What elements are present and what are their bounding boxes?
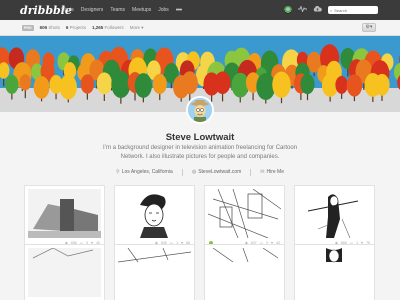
profile-bio: I’m a background designer in television … — [102, 145, 298, 160]
projects-count: 6 — [65, 25, 69, 30]
more-label: More — [129, 24, 140, 30]
shot-card[interactable] — [204, 244, 285, 300]
hire-me-button[interactable]: ✉ Hire Me — [260, 169, 284, 176]
upload-cloud-icon[interactable] — [313, 5, 322, 15]
nav-link-meetups[interactable]: Meetups — [132, 7, 151, 13]
shot-thumbnail[interactable] — [298, 248, 371, 297]
nav-more-button[interactable]: ••• — [176, 7, 182, 14]
top-nav: dribbble Shots Designers Teams Meetups J… — [0, 0, 400, 20]
tree — [134, 73, 152, 98]
tree — [80, 74, 95, 94]
tree — [96, 72, 112, 95]
location-text: Los Angeles, California — [121, 169, 173, 175]
tree — [272, 71, 291, 98]
followers-label: Followers — [104, 25, 124, 30]
activity-icon[interactable] — [298, 4, 307, 15]
followers-count: 1,265 — [91, 25, 104, 30]
tree — [181, 71, 198, 95]
tree — [300, 73, 315, 95]
shots-stat[interactable]: 606 Shots — [40, 25, 60, 30]
tree — [346, 74, 363, 97]
hire-me-label: Hire Me — [266, 169, 284, 175]
chevron-down-icon: ▾ — [141, 24, 144, 30]
tree — [33, 76, 50, 99]
shot-thumbnail[interactable] — [28, 248, 101, 297]
shots-count: 606 — [39, 25, 48, 30]
shot-card[interactable]: ◉ 866 ▭ 1 ♥ 75 — [294, 185, 375, 248]
tree — [5, 74, 19, 94]
shot-thumbnail[interactable] — [298, 189, 371, 238]
tree — [214, 71, 231, 95]
shot-thumbnail[interactable] — [208, 189, 281, 238]
globe-icon: ◍ — [191, 169, 197, 175]
shot-card[interactable] — [24, 244, 105, 300]
divider — [250, 169, 252, 176]
tree — [152, 73, 167, 95]
shot-card[interactable] — [114, 244, 195, 300]
shot-card[interactable]: ◉ 656 ▭ 0 ♥ 40 — [24, 185, 105, 248]
shot-thumbnail[interactable] — [28, 189, 101, 238]
nav-right: ⌕ — [284, 0, 378, 20]
search-icon: ⌕ — [330, 7, 333, 13]
search-input[interactable] — [334, 7, 375, 13]
divider — [181, 169, 183, 176]
shot-thumbnail[interactable] — [208, 248, 281, 297]
shot-thumbnail[interactable] — [118, 248, 191, 297]
nav-link-designers[interactable]: Designers — [81, 7, 104, 13]
nav-link-teams[interactable]: Teams — [110, 7, 125, 13]
shot-card[interactable]: ◉ 845 ▭ 1 ♥ 68 — [114, 185, 195, 248]
map-pin-icon: ⚲ — [116, 169, 120, 175]
followers-stat[interactable]: 1,265 Followers — [92, 25, 124, 30]
user-avatar-icon[interactable] — [284, 6, 292, 14]
nav-link-jobs[interactable]: Jobs — [158, 7, 169, 13]
settings-button[interactable]: ⚙▾ — [362, 23, 376, 32]
search-box[interactable]: ⌕ — [328, 6, 378, 14]
cartoon-face-icon — [188, 98, 212, 122]
profile-avatar[interactable] — [186, 96, 214, 124]
shot-thumbnail[interactable] — [118, 189, 191, 238]
tree — [374, 73, 390, 96]
nav-links: Shots Designers Teams Meetups Jobs — [61, 7, 169, 13]
nav-link-shots[interactable]: Shots — [61, 7, 74, 13]
location-item: ⚲ Los Angeles, California — [116, 169, 173, 176]
shot-card[interactable]: ◉ 637 ▭ 0 ♥ 40 — [204, 185, 285, 248]
profile-stats-bar: PRO 606 Shots 6 Projects 1,265 Followers… — [0, 20, 400, 36]
gear-icon: ⚙▾ — [365, 24, 373, 30]
more-dropdown[interactable]: More ▾ — [130, 25, 144, 31]
dribbble-logo[interactable]: dribbble — [20, 4, 72, 17]
mail-icon: ✉ — [260, 169, 265, 175]
tree — [335, 75, 348, 94]
shots-label: Shots — [48, 25, 60, 30]
pro-badge: PRO — [22, 24, 34, 31]
tree — [111, 70, 131, 98]
website-item[interactable]: ◍ SteveLowtwait.com — [192, 169, 241, 176]
tree — [19, 74, 32, 91]
profile-name: Steve Lowtwait — [165, 132, 235, 143]
profile-meta: ⚲ Los Angeles, California ◍ SteveLowtwait.… — [0, 169, 400, 176]
tree — [59, 74, 77, 100]
projects-stat[interactable]: 6 Projects — [66, 25, 86, 30]
shot-card[interactable] — [294, 244, 375, 300]
website-link[interactable]: SteveLowtwait.com — [198, 169, 241, 175]
projects-label: Projects — [69, 25, 86, 30]
